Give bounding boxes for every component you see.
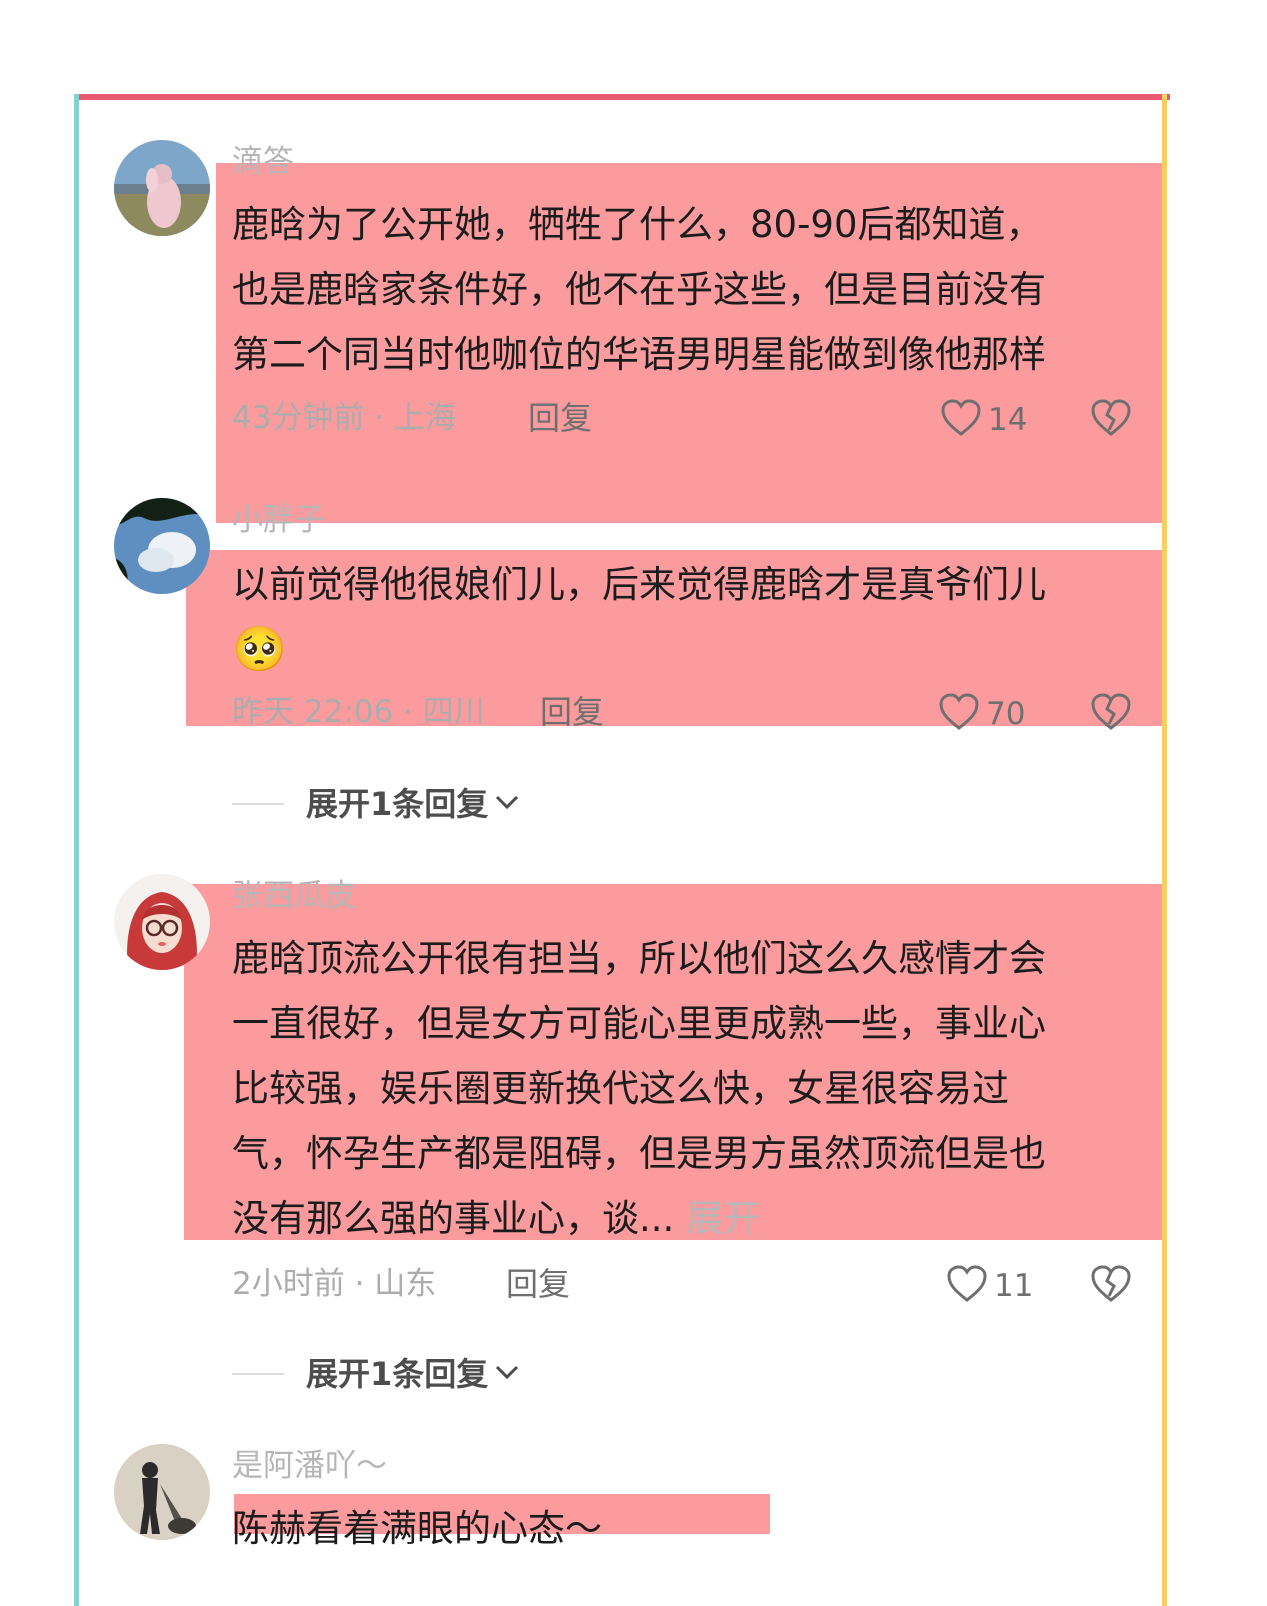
comment-text-line: 也是鹿晗家条件好，他不在乎这些，但是目前没有 [232, 268, 1046, 311]
comment-text: 鹿晗为了公开她，牺牲了什么，80-90后都知道， 也是鹿晗家条件好，他不在乎这些… [232, 192, 1132, 387]
comment-text-line: 一直很好，但是女方可能心里更成熟一些，事业心 [232, 1002, 1046, 1045]
like-count: 11 [994, 1268, 1034, 1304]
comment-text: 陈赫看着满眼的心态～ [232, 1496, 1132, 1561]
dislike-button[interactable] [1090, 1264, 1132, 1308]
like-button[interactable]: 70 [938, 692, 1025, 736]
comment-text-line: 没有那么强的事业心，谈... [232, 1197, 675, 1240]
comment-text-line: 陈赫看着满眼的心态～ [232, 1507, 602, 1550]
comment-text-line: 气，怀孕生产都是阻碍，但是男方虽然顶流但是也 [232, 1132, 1046, 1175]
frame-top-border [76, 94, 1170, 100]
avatar[interactable] [114, 874, 210, 970]
comment-text-line: 比较强，娱乐圈更新换代这么快，女星很容易过 [232, 1067, 1009, 1110]
comment-meta: 43分钟前 · 上海 [232, 400, 457, 436]
reply-button[interactable]: 回复 [506, 1264, 570, 1304]
divider-dash [232, 1373, 284, 1375]
like-button[interactable]: 11 [946, 1264, 1033, 1308]
frame-left-border [74, 94, 79, 1606]
comment-text: 以前觉得他很娘们儿，后来觉得鹿晗才是真爷们儿 🥺 [232, 552, 1132, 682]
comment-text-line: 第二个同当时他咖位的华语男明星能做到像他那样 [232, 333, 1046, 376]
expand-replies-button[interactable]: 展开1条回复 [232, 784, 520, 824]
expand-replies-label: 展开1条回复 [306, 785, 489, 823]
comment-username[interactable]: 滴答 [232, 142, 294, 182]
frame-right-border [1162, 94, 1167, 1606]
comment-text-line: 鹿晗为了公开她，牺牲了什么，80-90后都知道， [232, 203, 1043, 246]
reply-button[interactable]: 回复 [528, 398, 592, 438]
like-count: 70 [986, 696, 1026, 732]
avatar[interactable] [114, 1444, 210, 1540]
dislike-button[interactable] [1090, 692, 1132, 736]
comment-meta: 昨天 22:06 · 四川 [232, 694, 485, 730]
heart-outline-icon [940, 398, 982, 442]
comment-meta: 2小时前 · 山东 [232, 1266, 437, 1302]
broken-heart-icon [1090, 1265, 1132, 1308]
heart-outline-icon [938, 692, 980, 736]
comment-text: 鹿晗顶流公开很有担当，所以他们这么久感情才会 一直很好，但是女方可能心里更成熟一… [232, 926, 1132, 1251]
expand-text-link[interactable]: 展开 [686, 1197, 760, 1240]
dislike-button[interactable] [1090, 398, 1132, 442]
avatar[interactable] [114, 140, 210, 236]
broken-heart-icon [1090, 399, 1132, 442]
comment-username[interactable]: 张西瓜皮 [232, 876, 356, 916]
like-button[interactable]: 14 [940, 398, 1027, 442]
like-count: 14 [988, 402, 1028, 438]
emoji: 🥺 [232, 624, 287, 675]
comment-username[interactable]: 是阿潘吖～ [232, 1446, 387, 1486]
reply-button[interactable]: 回复 [540, 692, 604, 732]
expand-replies-label: 展开1条回复 [306, 1355, 489, 1393]
heart-outline-icon [946, 1264, 988, 1308]
comment-text-line: 以前觉得他很娘们儿，后来觉得鹿晗才是真爷们儿 [232, 563, 1046, 606]
divider-dash [232, 803, 284, 805]
comment-text-line: 鹿晗顶流公开很有担当，所以他们这么久感情才会 [232, 937, 1046, 980]
expand-replies-button[interactable]: 展开1条回复 [232, 1354, 520, 1394]
chevron-down-icon [494, 793, 520, 815]
avatar[interactable] [114, 498, 210, 594]
chevron-down-icon [494, 1363, 520, 1385]
broken-heart-icon [1090, 693, 1132, 736]
comment-username[interactable]: 小胖子 [232, 500, 325, 540]
